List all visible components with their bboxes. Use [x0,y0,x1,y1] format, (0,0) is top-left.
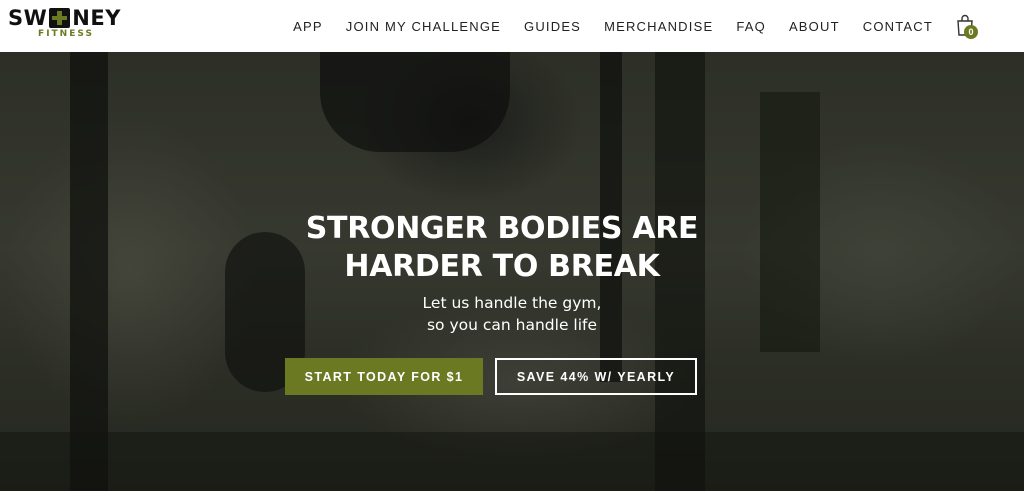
nav-item-join-challenge[interactable]: JOIN MY CHALLENGE [346,19,501,34]
hero-subtitle-line-2: so you can handle life [426,316,598,334]
cart-count-badge: 0 [964,25,978,39]
cart-button[interactable]: 0 [956,14,978,39]
hero-title-line-2: HARDER TO BREAK [344,249,660,284]
save-yearly-button[interactable]: SAVE 44% W/ YEARLY [495,358,697,395]
main-nav: APP JOIN MY CHALLENGE GUIDES MERCHANDISE… [293,0,1024,52]
site-header: SW NEY FITNESS APP JOIN MY CHALLENGE GUI… [0,0,1024,52]
hero-subtitle-line-1: Let us handle the gym, [422,294,602,312]
hero-title-line-1: STRONGER BODIES ARE [305,211,699,246]
hero-content: STRONGER BODIES ARE HARDER TO BREAK Let … [0,52,1024,491]
nav-item-about[interactable]: ABOUT [789,19,840,34]
nav-item-faq[interactable]: FAQ [736,19,766,34]
logo-wordmark: SW NEY [8,7,130,29]
hero-subtitle: Let us handle the gym, so you can handle… [312,292,712,336]
hero-title: STRONGER BODIES ARE HARDER TO BREAK [212,210,792,286]
logo-text-left: SW [8,6,48,30]
nav-item-merchandise[interactable]: MERCHANDISE [604,19,713,34]
brand-logo[interactable]: SW NEY FITNESS [8,7,130,43]
nav-item-app[interactable]: APP [293,19,323,34]
cross-logo-icon [49,8,71,28]
logo-subtitle: FITNESS [38,29,94,39]
hero-section: STRONGER BODIES ARE HARDER TO BREAK Let … [0,52,1024,491]
logo-text-right: NEY [72,6,121,30]
nav-item-guides[interactable]: GUIDES [524,19,581,34]
start-today-button[interactable]: START TODAY FOR $1 [285,358,483,395]
nav-item-contact[interactable]: CONTACT [863,19,933,34]
